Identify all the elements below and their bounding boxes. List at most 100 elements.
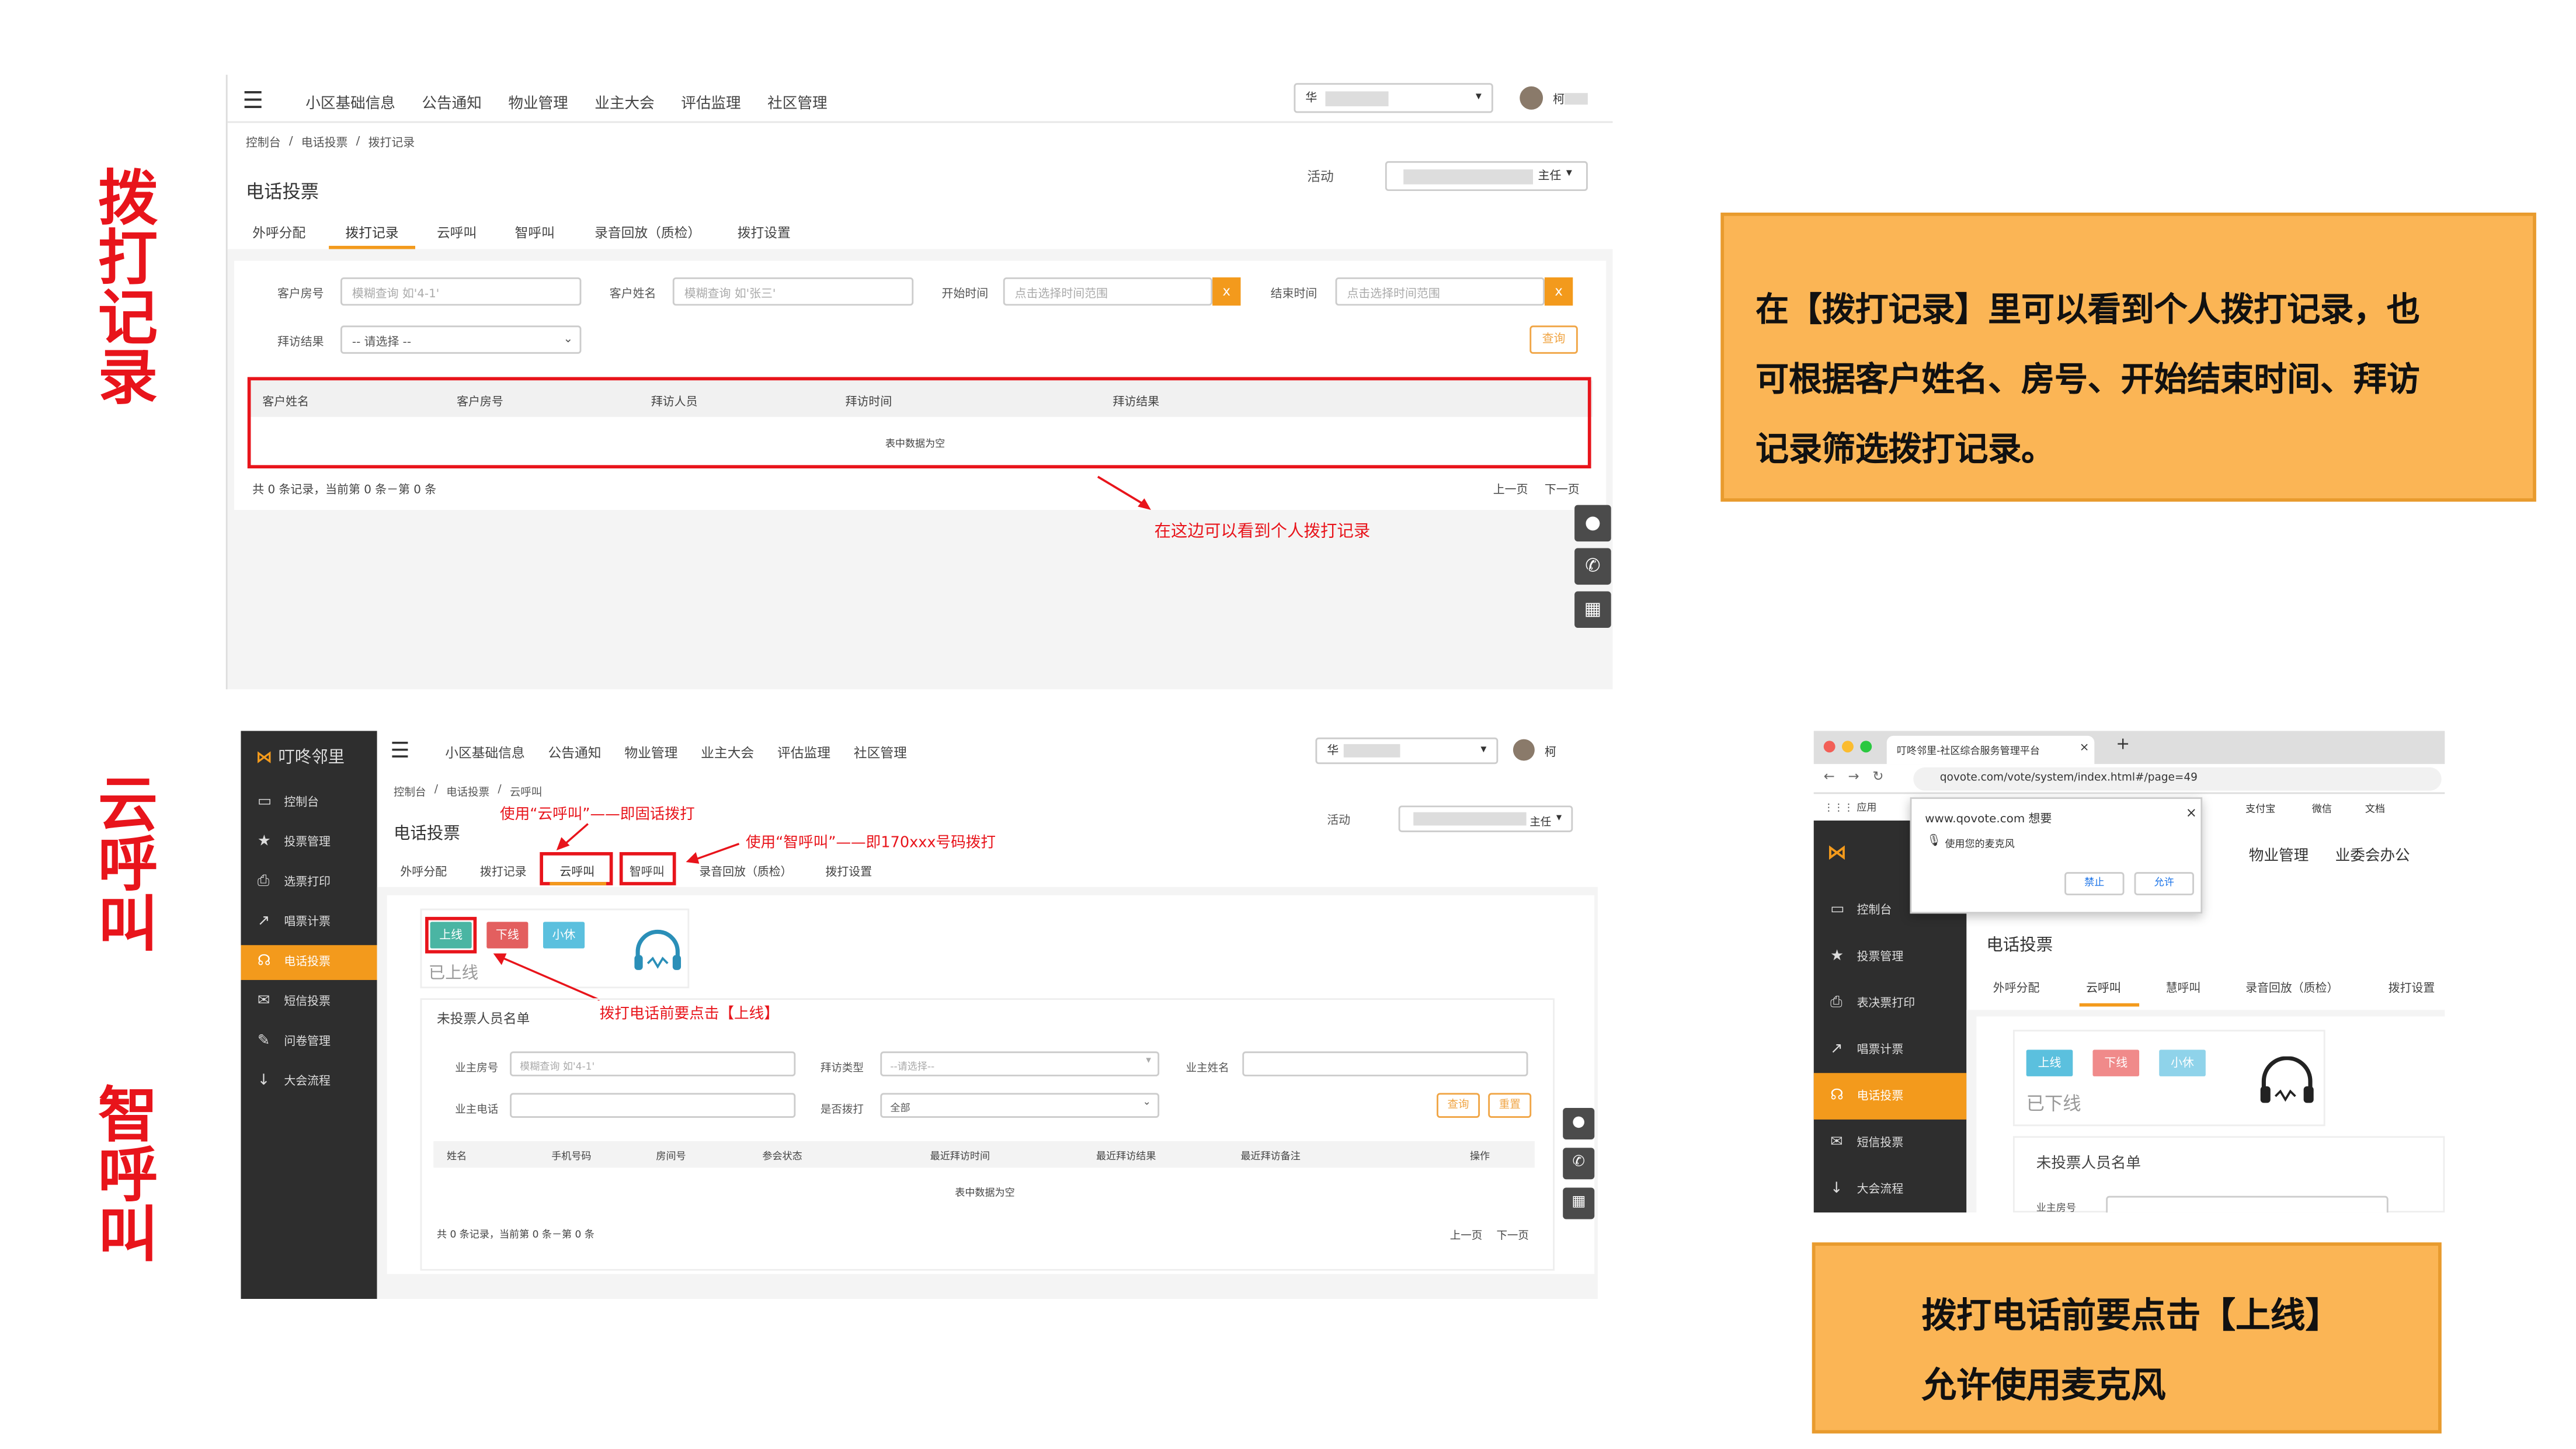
sidebar-item-meeting-flow[interactable]: ↓ 大会流程 — [1814, 1166, 1967, 1212]
end-time-input[interactable]: 点击选择时间范围 — [1335, 277, 1545, 306]
qrcode-icon[interactable]: ▦ — [1574, 591, 1611, 628]
allow-button[interactable]: 允许 — [2134, 872, 2194, 895]
forward-icon[interactable]: → — [1848, 769, 1859, 784]
nav-item[interactable]: 小区基础信息 — [445, 744, 525, 762]
sidebar-item-meeting-flow[interactable]: ↓ 大会流程 — [241, 1065, 377, 1100]
avatar[interactable] — [1513, 739, 1535, 761]
sidebar-item-vote-manage[interactable]: ★ 投票管理 — [241, 825, 377, 860]
sidebar-item-counting[interactable]: ↗ 唱票计票 — [241, 905, 377, 940]
nav-item[interactable]: 公告通知 — [422, 91, 481, 113]
breadcrumb-item[interactable]: 控制台 — [246, 134, 281, 151]
back-icon[interactable]: ← — [1824, 769, 1835, 784]
community-select[interactable]: 华 ▾ — [1315, 737, 1499, 765]
prev-page-link[interactable]: 上一页 — [1450, 1226, 1482, 1243]
tab-dial-settings[interactable]: 拨打设置 — [738, 224, 791, 242]
dialed-select[interactable]: 全部 ⌄ — [880, 1093, 1160, 1118]
qrcode-icon[interactable]: ▦ — [1563, 1187, 1595, 1219]
browser-tab[interactable]: 叮咚邻里-社区综合服务管理平台 — [1886, 735, 2095, 765]
tab-recording[interactable]: 录音回放（质检） — [699, 864, 825, 880]
breadcrumb-item[interactable]: 电话投票 — [301, 134, 348, 151]
end-clear-button[interactable]: x — [1544, 277, 1573, 306]
minimize-dot[interactable] — [1841, 741, 1854, 753]
bookmark-item[interactable]: 文档 — [2365, 801, 2385, 815]
reload-icon[interactable]: ↻ — [1872, 769, 1883, 784]
query-button[interactable]: 查询 — [1437, 1093, 1480, 1118]
sidebar-item-ballot-print[interactable]: ⎙ 选票打印 — [241, 866, 377, 901]
block-button[interactable]: 禁止 — [2064, 872, 2125, 895]
chat-icon[interactable]: ● — [1563, 1107, 1595, 1139]
breadcrumb-item[interactable]: 电话投票 — [446, 783, 489, 799]
tab-smart-call[interactable]: 慧呼叫 — [2166, 980, 2246, 996]
nav-item[interactable]: 评估监理 — [681, 91, 741, 113]
avatar[interactable] — [1520, 86, 1543, 110]
reset-button[interactable]: 重置 — [1488, 1093, 1532, 1118]
popup-close-icon[interactable]: × — [2186, 805, 2197, 821]
nav-item[interactable]: 物业管理 — [2249, 844, 2309, 865]
nav-item[interactable]: 业主大会 — [701, 744, 754, 762]
close-dot[interactable] — [1823, 741, 1835, 753]
room-input[interactable]: 模糊查询 如'4-1' — [340, 277, 582, 306]
nav-item[interactable]: 物业管理 — [624, 744, 677, 762]
owner-phone-input[interactable] — [510, 1093, 796, 1118]
sidebar-item-sms-vote[interactable]: ✉ 短信投票 — [241, 985, 377, 1020]
sidebar-item-phone-vote[interactable]: ☊ 电话投票 — [241, 945, 377, 980]
sidebar-item-phone-vote[interactable]: ☊ 电话投票 — [1813, 1073, 1967, 1120]
nav-item[interactable]: 社区管理 — [767, 91, 827, 113]
nav-item[interactable]: 评估监理 — [777, 744, 830, 762]
result-select[interactable]: -- 请选择 -- ⌄ — [340, 325, 582, 354]
phone-icon[interactable]: ✆ — [1574, 548, 1611, 585]
tab-smart-call[interactable]: 智呼叫 — [515, 224, 595, 242]
start-time-input[interactable]: 点击选择时间范围 — [1003, 277, 1213, 306]
name-input[interactable]: 模糊查询 如'张三' — [672, 277, 914, 306]
next-page-link[interactable]: 下一页 — [1496, 1226, 1528, 1243]
nav-item[interactable]: 小区基础信息 — [305, 91, 395, 113]
sidebar-item-vote-manage[interactable]: ★ 投票管理 — [1814, 933, 1967, 980]
activity-select[interactable]: 主任 ▾ — [1385, 161, 1588, 192]
owner-name-input[interactable] — [1242, 1051, 1528, 1076]
sidebar-item-sms-vote[interactable]: ✉ 短信投票 — [1814, 1120, 1967, 1166]
phone-icon[interactable]: ✆ — [1563, 1148, 1595, 1180]
room-input[interactable]: 模糊查询 如'4-1' — [510, 1051, 796, 1076]
user-name[interactable]: 柯 — [1545, 744, 1556, 760]
nav-item[interactable]: 公告通知 — [548, 744, 602, 762]
menu-icon[interactable]: ☰ — [390, 739, 409, 765]
tab-dial-record[interactable]: 拨打记录 — [346, 224, 437, 242]
tab-cloud-call[interactable]: 云呼叫 — [437, 224, 515, 242]
sidebar-item-ballot-print[interactable]: ⎙ 表决票打印 — [1814, 980, 1967, 1027]
bookmark-apps[interactable]: 应用 — [1857, 802, 1876, 814]
nav-item[interactable]: 业委会办公 — [2335, 844, 2410, 865]
tab-recording[interactable]: 录音回放（质检） — [2245, 980, 2389, 996]
bookmark-item[interactable]: 微信 — [2312, 801, 2332, 815]
tab-close-icon[interactable]: × — [2080, 741, 2090, 754]
tab-outbound-assign[interactable]: 外呼分配 — [252, 224, 345, 242]
sidebar-item-survey[interactable]: ✎ 问卷管理 — [241, 1025, 377, 1060]
community-select[interactable]: 华 ▾ — [1294, 83, 1493, 113]
menu-icon[interactable]: ☰ — [242, 88, 263, 115]
tab-dial-settings[interactable]: 拨打设置 — [825, 864, 872, 880]
next-page-link[interactable]: 下一页 — [1545, 482, 1580, 498]
query-button[interactable]: 查询 — [1529, 325, 1578, 354]
sidebar-item-console[interactable]: ▭ 控制台 — [241, 786, 377, 821]
room-input[interactable] — [2106, 1196, 2389, 1213]
tab-dial-settings[interactable]: 拨打设置 — [2389, 980, 2435, 996]
user-name[interactable]: 柯 — [1553, 91, 1565, 107]
online-button[interactable]: 上线 — [2026, 1050, 2073, 1076]
new-tab-icon[interactable]: + — [2116, 736, 2130, 754]
tab-outbound-assign[interactable]: 外呼分配 — [1993, 980, 2086, 996]
breadcrumb-item[interactable]: 控制台 — [394, 783, 426, 799]
prev-page-link[interactable]: 上一页 — [1493, 482, 1528, 498]
maximize-dot[interactable] — [1860, 741, 1872, 753]
offline-button[interactable]: 下线 — [486, 922, 529, 948]
tab-outbound-assign[interactable]: 外呼分配 — [400, 864, 480, 880]
offline-button[interactable]: 下线 — [2092, 1050, 2140, 1076]
start-clear-button[interactable]: x — [1212, 277, 1241, 306]
tab-recording[interactable]: 录音回放（质检） — [595, 224, 738, 242]
rest-button[interactable]: 小休 — [2159, 1050, 2206, 1076]
nav-item[interactable]: 社区管理 — [854, 744, 907, 762]
chat-icon[interactable]: ● — [1574, 505, 1611, 542]
nav-item[interactable]: 业主大会 — [595, 91, 654, 113]
nav-item[interactable]: 物业管理 — [508, 91, 568, 113]
visit-type-select[interactable]: --请选择-- ▾ — [880, 1051, 1160, 1076]
sidebar-item-counting[interactable]: ↗ 唱票计票 — [1814, 1027, 1967, 1073]
address-bar[interactable]: qovote.com/vote/system/index.html#/page=… — [1913, 767, 2442, 791]
